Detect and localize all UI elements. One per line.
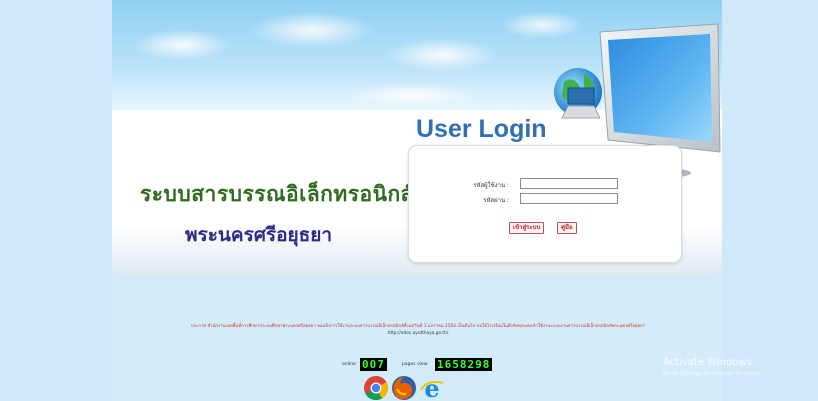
activation-watermark-title: Activate Windows — [663, 357, 752, 368]
svg-text:e: e — [424, 375, 439, 401]
password-label: รหัสผ่าน : — [483, 197, 509, 204]
firefox-icon[interactable] — [391, 375, 417, 401]
system-name-title: ระบบสารบรรณอิเล็กทรอนิกส์ — [140, 181, 414, 206]
pageview-label: pagec view — [402, 362, 428, 367]
pageview-count: 1658298 — [435, 358, 493, 371]
activation-watermark-subtitle: Go to Settings to activate Windows. — [663, 371, 762, 377]
manual-button[interactable]: คู่มือ — [557, 222, 577, 234]
password-input[interactable] — [520, 193, 618, 204]
organization-name-title: พระนครศรีอยุธยา — [185, 224, 333, 246]
chrome-icon[interactable] — [363, 375, 389, 401]
internet-explorer-icon[interactable]: e — [419, 375, 445, 401]
username-input[interactable] — [520, 178, 618, 189]
footer-notice: ประกาศ สำนักงานเขตพื้นที่การศึกษาประถมศึ… — [190, 324, 646, 329]
online-label: online — [342, 362, 356, 367]
login-heading: User Login — [416, 115, 547, 143]
username-label: รหัสผู้ใช้งาน : — [473, 182, 509, 189]
login-submit-button[interactable]: เข้าสู่ระบบ — [509, 222, 545, 234]
footer-website-link[interactable]: http://edoc.ayutthaya.go.th/ — [118, 331, 718, 336]
online-count: 007 — [360, 358, 387, 371]
login-form-panel: รหัสผู้ใช้งาน : รหัสผ่าน : เข้าสู่ระบบ ค… — [408, 145, 682, 263]
